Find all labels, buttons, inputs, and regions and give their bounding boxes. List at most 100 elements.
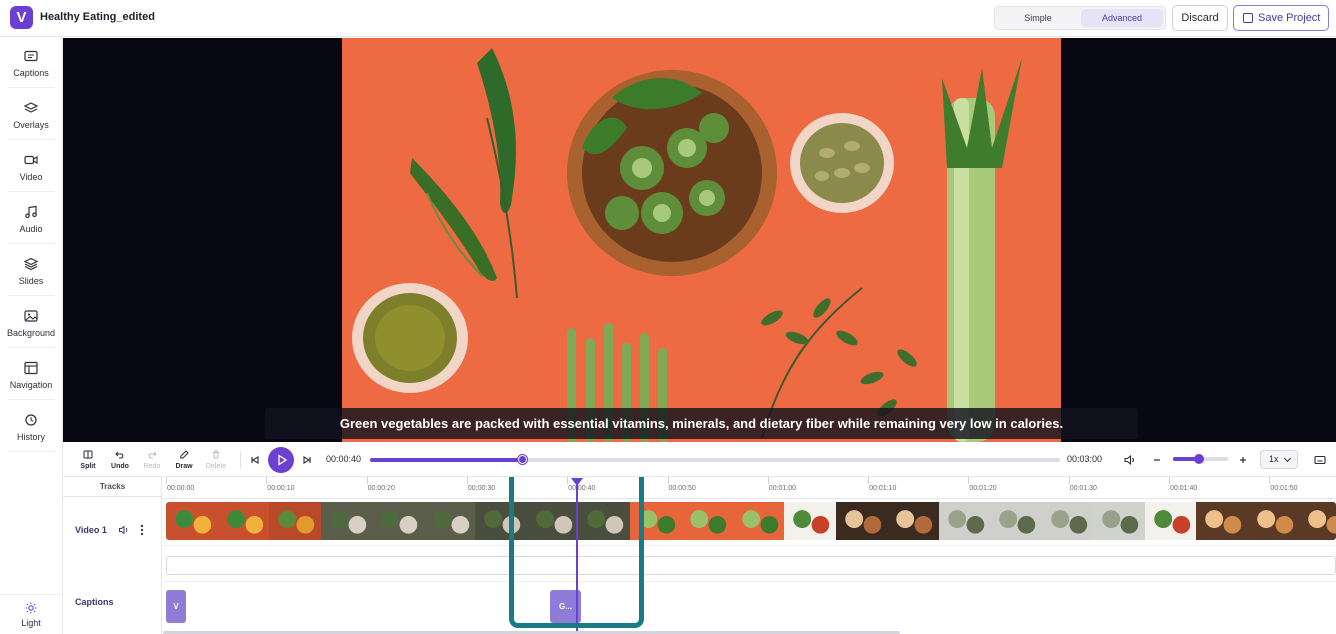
redo-icon <box>148 451 157 459</box>
ruler-tick <box>968 477 970 484</box>
sidebar-item-background[interactable]: Background <box>0 297 62 348</box>
video-thumbnail-frame <box>1299 502 1336 540</box>
save-project-label: Save Project <box>1258 12 1321 24</box>
mode-advanced-button[interactable]: Advanced <box>1081 9 1163 27</box>
left-sidebar: Captions Overlays Video Audio Slides Bac… <box>0 37 63 634</box>
ruler-tick <box>1169 477 1170 484</box>
track-volume-icon[interactable] <box>118 524 130 536</box>
sidebar-item-captions[interactable]: Captions <box>0 37 62 88</box>
sidebar-item-slides[interactable]: Slides <box>0 245 62 296</box>
ruler-tick-label: 00:01:30 <box>1069 485 1097 492</box>
track-more-options-icon[interactable] <box>137 523 147 537</box>
ruler-tick-label: 00:00:00 <box>167 485 195 492</box>
redo-button[interactable]: Redo <box>138 448 166 472</box>
volume-icon[interactable] <box>1123 453 1137 467</box>
video-thumbnail-frame <box>475 502 527 540</box>
video-thumbnail-frame <box>887 502 939 540</box>
sidebar-label: Captions <box>13 68 49 78</box>
ruler-tick-label: 00:01:40 <box>1170 485 1198 492</box>
tool-label: Draw <box>175 463 193 470</box>
vegetables-frame-image <box>342 38 1061 442</box>
video-thumbnail-frame <box>681 502 733 540</box>
play-button[interactable] <box>268 447 294 473</box>
tracks-header: Tracks <box>99 482 126 491</box>
sidebar-label: Overlays <box>13 120 49 130</box>
ruler-tick <box>366 477 368 484</box>
row-separator <box>163 545 1336 546</box>
video-thumbnail-frame <box>938 502 991 540</box>
row-separator <box>163 581 1336 582</box>
ruler-tick-label: 00:00:30 <box>467 485 496 492</box>
ruler-tick <box>868 477 870 484</box>
video-track-label: Video 1 <box>75 525 107 535</box>
skip-forward-icon[interactable] <box>300 453 314 467</box>
playback-speed-select[interactable]: 1x <box>1260 450 1298 469</box>
ruler-tick <box>767 477 769 484</box>
sidebar-label: Navigation <box>9 380 53 390</box>
ruler-tick <box>466 477 468 484</box>
tracks-header-divider <box>63 496 162 497</box>
ruler-tick-label: 00:00:40 <box>568 485 596 492</box>
video-thumbnail-frame <box>1144 502 1197 540</box>
video-editor-app: V Healthy Eating_edited Simple Advanced … <box>0 0 1336 634</box>
video-thumbnail-frame <box>217 502 270 540</box>
split-icon <box>83 450 93 459</box>
ruler-tick <box>266 477 268 484</box>
top-header: V Healthy Eating_edited Simple Advanced … <box>0 0 1336 37</box>
zoom-thumb[interactable] <box>1194 454 1205 464</box>
video-thumbnail-frame <box>784 502 836 540</box>
save-project-button[interactable]: Save Project <box>1233 5 1329 31</box>
sidebar-item-video[interactable]: Video <box>0 141 62 192</box>
video-thumbnail-frame <box>526 502 579 540</box>
draw-button[interactable]: Draw <box>170 448 198 472</box>
ruler-tick-label: 00:00:10 <box>267 485 295 492</box>
video-thumbnail-frame <box>1247 502 1300 540</box>
total-time: 00:03:00 <box>1067 454 1103 464</box>
playback-progress-bar[interactable] <box>370 455 1060 464</box>
sidebar-label: Audio <box>19 224 43 234</box>
zoom-out-icon[interactable] <box>1150 453 1164 467</box>
sidebar-item-navigation[interactable]: Navigation <box>0 349 62 400</box>
captions-toggle-icon[interactable] <box>1313 453 1327 467</box>
skip-back-icon[interactable] <box>248 453 262 467</box>
project-title[interactable]: Healthy Eating_edited <box>40 11 155 23</box>
pencil-icon <box>179 450 189 459</box>
video-thumbnail-frame <box>423 502 476 540</box>
progress-thumb[interactable] <box>518 455 528 464</box>
layout-icon <box>24 361 38 375</box>
empty-track-row[interactable] <box>166 556 1336 575</box>
video-thumbnail-frame <box>1093 502 1145 540</box>
video-thumbnail-frame <box>990 502 1042 540</box>
time-ruler[interactable]: 00:00:00 00:00:10 00:00:20 00:00:30 00:00:40… <box>163 477 1336 499</box>
video-thumbnail-frame <box>1196 502 1248 540</box>
ruler-tick-label: 00:01:50 <box>1270 485 1298 492</box>
theme-toggle-light[interactable]: Light <box>0 594 62 634</box>
video-thumbnail-frame <box>732 502 785 540</box>
caption-block[interactable]: V <box>166 590 186 623</box>
sidebar-item-overlays[interactable]: Overlays <box>0 89 62 140</box>
app-logo[interactable]: V <box>10 6 33 29</box>
captions-icon <box>24 50 38 62</box>
mode-toggle: Simple Advanced <box>994 6 1166 30</box>
undo-icon <box>115 451 124 459</box>
split-button[interactable]: Split <box>74 448 102 472</box>
video-track-clip[interactable] <box>166 502 1336 540</box>
sidebar-item-history[interactable]: History <box>0 401 62 452</box>
video-preview[interactable]: Green vegetables are packed with essenti… <box>63 38 1336 442</box>
discard-button[interactable]: Discard <box>1172 5 1228 31</box>
video-thumbnail-frame <box>578 502 630 540</box>
ruler-tick <box>1269 477 1271 484</box>
undo-button[interactable]: Undo <box>106 448 134 472</box>
delete-button[interactable]: Delete <box>202 448 230 472</box>
ruler-tick-label: 00:01:20 <box>969 485 997 492</box>
ruler-tick-label: 00:01:00 <box>768 485 797 492</box>
playhead-line[interactable] <box>576 482 578 634</box>
mode-simple-button[interactable]: Simple <box>997 9 1079 27</box>
timeline-panel: Tracks Video 1 Captions 00:00:00 00:00:10… <box>63 477 1336 634</box>
play-icon <box>278 454 288 466</box>
video-thumbnail-frame <box>320 502 373 540</box>
zoom-slider[interactable] <box>1173 454 1228 464</box>
zoom-in-icon[interactable] <box>1236 453 1250 467</box>
sidebar-item-audio[interactable]: Audio <box>0 193 62 244</box>
video-thumbnail-frame <box>629 502 682 540</box>
